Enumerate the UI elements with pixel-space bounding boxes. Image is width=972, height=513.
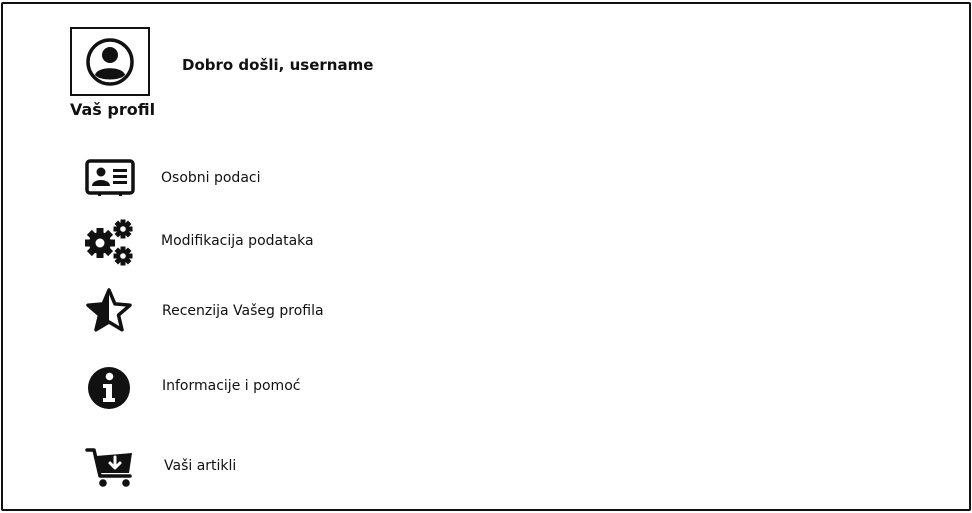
menu-item-label: Informacije i pomoć [162, 378, 301, 394]
menu-item-modify-data[interactable]: Modifikacija podataka [82, 215, 402, 267]
menu-item-label: Vaši artikli [164, 458, 237, 474]
menu-item-label: Modifikacija podataka [161, 233, 314, 249]
profile-avatar-button[interactable] [70, 27, 150, 96]
gears-icon [85, 219, 133, 266]
menu-item-info-help[interactable]: Informacije i pomoć [82, 360, 402, 412]
cart-download-icon [85, 448, 132, 487]
star-half-icon [86, 288, 132, 332]
menu-item-label: Recenzija Vašeg profila [162, 303, 324, 319]
welcome-message: Dobro došli, username [182, 56, 374, 74]
menu-item-label: Osobni podaci [161, 170, 261, 186]
menu-item-your-items[interactable]: Vaši artikli [82, 440, 402, 492]
menu-item-personal-data[interactable]: Osobni podaci [82, 152, 402, 204]
info-circle-icon [88, 367, 130, 409]
id-card-icon [85, 159, 135, 196]
menu-item-profile-review[interactable]: Recenzija Vašeg profila [82, 285, 402, 337]
user-avatar-icon [86, 37, 134, 86]
profile-label[interactable]: Vaš profil [70, 100, 155, 119]
